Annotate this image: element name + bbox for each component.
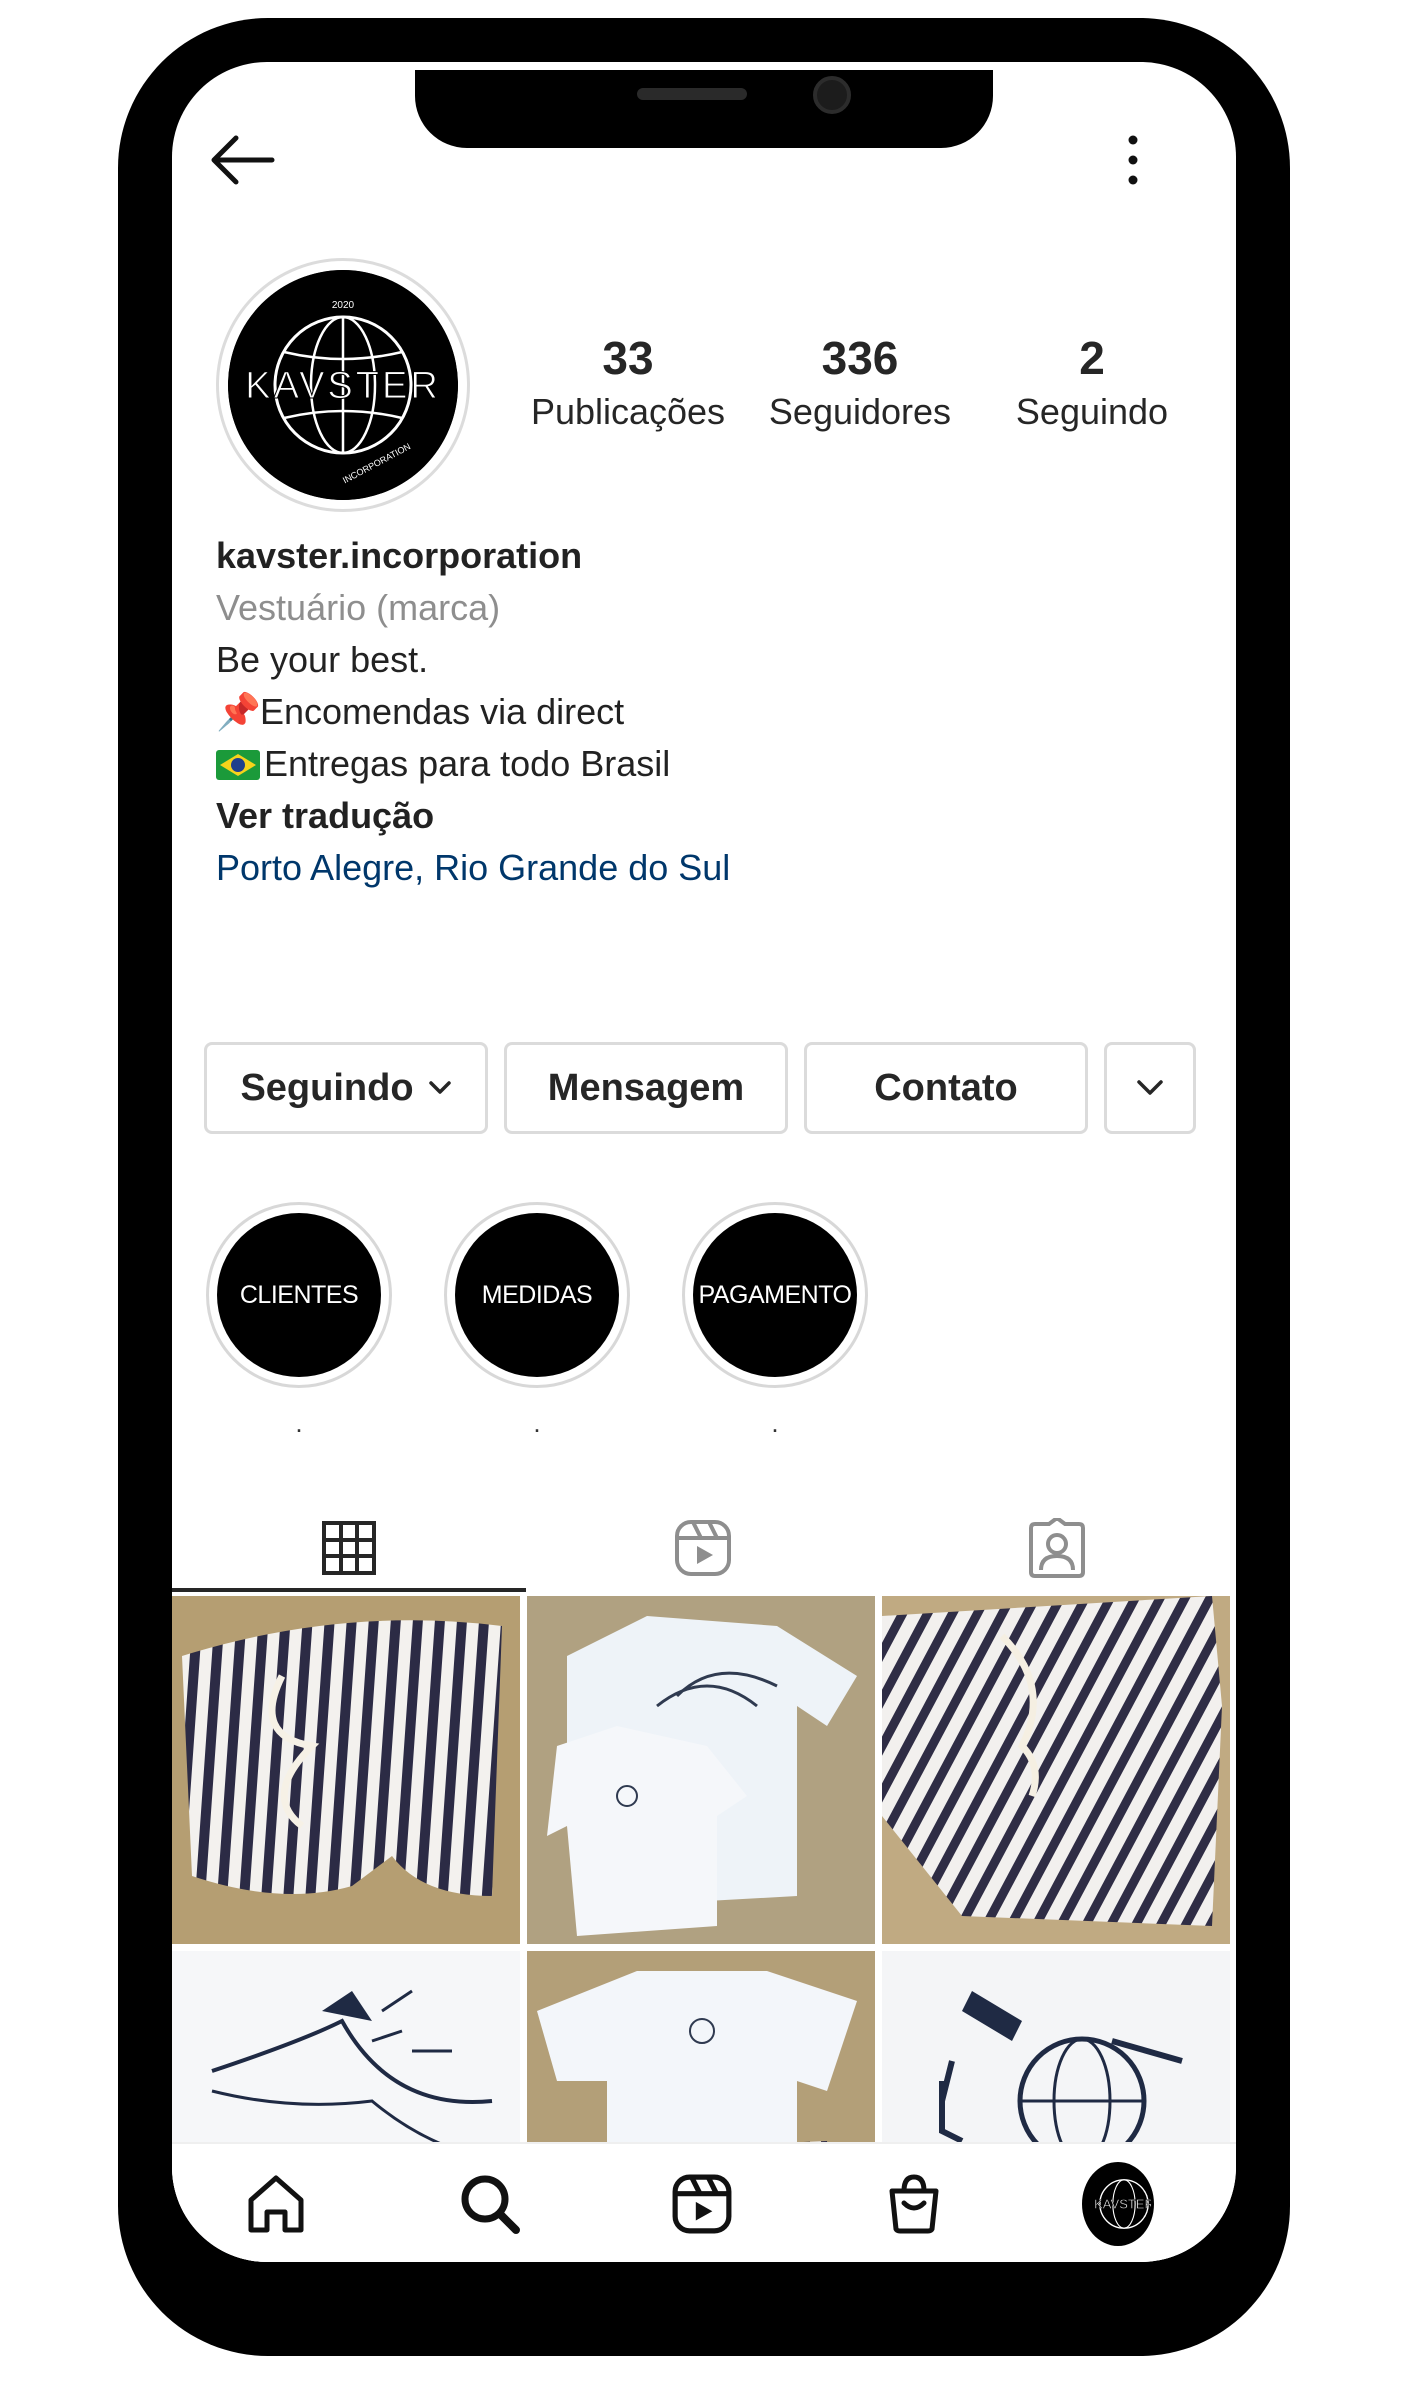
highlight-clientes[interactable]: CLIENTES: [206, 1202, 392, 1388]
bio-line: Entregas para todo Brasil: [216, 738, 1196, 790]
nav-reels[interactable]: [666, 2168, 738, 2240]
pushpin-icon: 📌: [216, 691, 261, 732]
stat-following[interactable]: 2 Seguindo: [976, 330, 1208, 440]
highlight-title: PAGAMENTO: [693, 1213, 857, 1377]
search-icon: [461, 2175, 520, 2234]
nav-profile[interactable]: KAVSTER: [1082, 2162, 1154, 2246]
suggested-accounts-button[interactable]: [1104, 1042, 1196, 1134]
stat-followers-value: 336: [821, 332, 899, 384]
active-tab-indicator: [172, 1588, 526, 1592]
following-button[interactable]: Seguindo: [204, 1042, 488, 1134]
grid-icon: [322, 1521, 376, 1575]
stat-followers-label: Seguidores: [768, 391, 952, 432]
bio-line: Be your best.: [216, 639, 429, 680]
post-thumbnail[interactable]: [882, 1596, 1230, 1944]
shop-bag-icon: [889, 2174, 939, 2234]
brazil-flag-icon: [216, 750, 260, 780]
highlight-pagamento[interactable]: PAGAMENTO: [682, 1202, 868, 1388]
profile-actions: Seguindo Mensagem Contato: [204, 1042, 1204, 1134]
nav-home[interactable]: [240, 2168, 312, 2240]
svg-text:KAVSTER: KAVSTER: [245, 365, 441, 407]
profile-category: Vestuário (marca): [216, 587, 501, 628]
profile-avatar[interactable]: KAVSTER 2020 INCORPORATION: [216, 258, 470, 512]
profile-stats: 33 Publicações 336 Seguidores 2 Seguindo: [512, 330, 1212, 440]
highlight-caption: .: [771, 1408, 779, 1438]
profile-bio: kavster.incorporation Vestuário (marca) …: [216, 530, 1196, 894]
highlight-title: MEDIDAS: [455, 1213, 619, 1377]
post-thumbnail[interactable]: [172, 1596, 520, 1944]
reels-icon: [672, 2174, 732, 2234]
contact-button[interactable]: Contato: [804, 1042, 1088, 1134]
back-arrow-icon[interactable]: [208, 132, 278, 188]
svg-text:KAVSTER: KAVSTER: [1094, 2197, 1154, 2212]
chevron-down-icon: [428, 1081, 451, 1094]
tab-reels[interactable]: [526, 1502, 880, 1594]
bottom-navigation: KAVSTER: [172, 2142, 1236, 2262]
nav-search[interactable]: [454, 2168, 526, 2240]
front-camera: [813, 76, 851, 114]
svg-text:2020: 2020: [332, 300, 355, 311]
tab-posts-grid[interactable]: [172, 1502, 526, 1594]
nav-shop[interactable]: [878, 2168, 950, 2240]
stat-posts-value: 33: [602, 332, 654, 384]
bio-line: 📌Encomendas via direct: [216, 686, 1196, 738]
tab-tagged[interactable]: [880, 1502, 1234, 1594]
home-icon: [248, 2175, 304, 2233]
stat-following-value: 2: [1079, 332, 1105, 384]
post-thumbnail[interactable]: [527, 1596, 875, 1944]
chevron-down-icon: [1137, 1080, 1163, 1095]
profile-avatar-small: KAVSTER: [1082, 2162, 1154, 2246]
reels-icon: [675, 1520, 731, 1576]
highlight-caption: .: [295, 1408, 303, 1438]
profile-tabs: [172, 1502, 1236, 1594]
see-translation-link[interactable]: Ver tradução: [216, 790, 1196, 842]
highlight-medidas[interactable]: MEDIDAS: [444, 1202, 630, 1388]
profile-username: kavster.incorporation: [216, 535, 583, 576]
stat-following-label: Seguindo: [1015, 391, 1169, 432]
following-button-label: Seguindo: [240, 1066, 414, 1109]
stat-followers[interactable]: 336 Seguidores: [744, 330, 976, 440]
tagged-icon: [1029, 1518, 1085, 1578]
phone-notch: [415, 70, 993, 148]
location-link[interactable]: Porto Alegre, Rio Grande do Sul: [216, 842, 1196, 894]
speaker-grille: [637, 88, 747, 100]
more-options-icon[interactable]: [1118, 130, 1148, 190]
brand-logo: KAVSTER 2020 INCORPORATION: [228, 270, 458, 500]
highlight-title: CLIENTES: [217, 1213, 381, 1377]
posts-grid: [172, 1596, 1236, 2262]
message-button[interactable]: Mensagem: [504, 1042, 788, 1134]
stat-posts-label: Publicações: [530, 391, 726, 432]
bio-line-text: Encomendas via direct: [260, 691, 625, 732]
app-screen: KAVSTER 2020 INCORPORATION 33 Publicaçõe…: [172, 62, 1236, 2262]
stat-posts[interactable]: 33 Publicações: [512, 330, 744, 440]
highlight-caption: .: [533, 1408, 541, 1438]
bio-line-text: Entregas para todo Brasil: [264, 743, 671, 784]
